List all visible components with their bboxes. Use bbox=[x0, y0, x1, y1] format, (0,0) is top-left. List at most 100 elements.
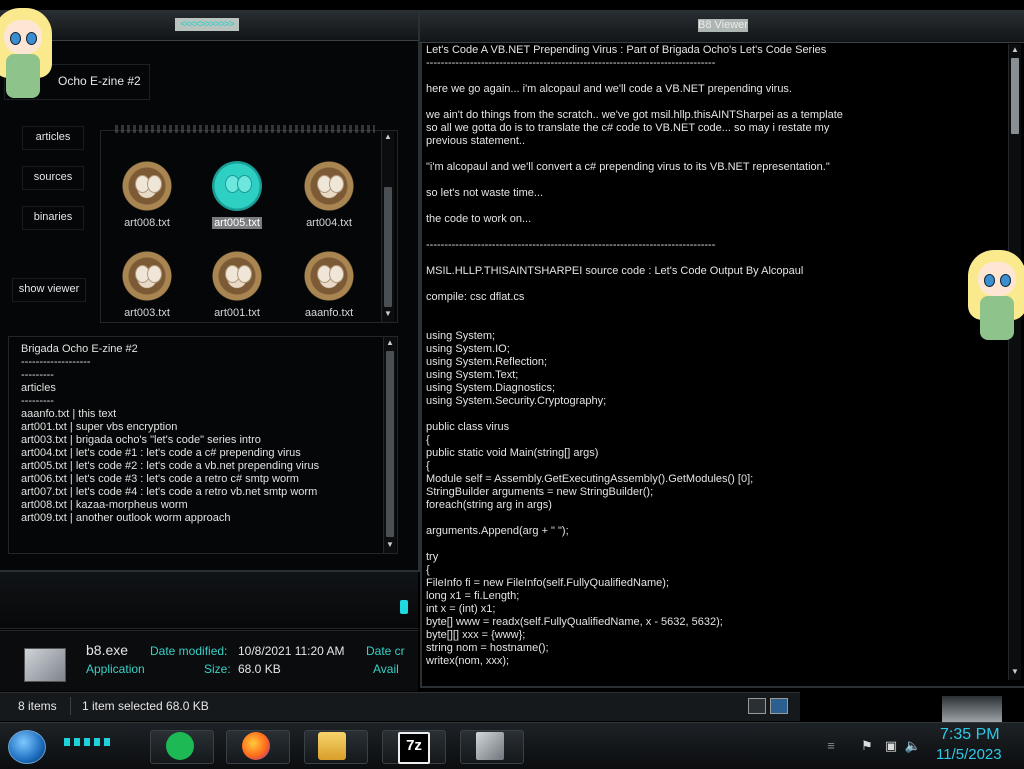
code-line: foreach(string arg in args) bbox=[426, 499, 552, 511]
file-label: art008.txt bbox=[124, 217, 170, 229]
scroll-up-arrow-icon[interactable]: ▲ bbox=[382, 131, 394, 143]
code-line: ----------------------------------------… bbox=[426, 57, 716, 69]
code-line: arguments.Append(arg + " "); bbox=[426, 525, 569, 537]
code-line: byte[] www = readx(self.FullyQualifiedNa… bbox=[426, 616, 723, 628]
b8-app-icon bbox=[476, 732, 504, 760]
frame-accent bbox=[400, 600, 408, 614]
code-line: ----------------------------------------… bbox=[426, 239, 716, 251]
code-line: { bbox=[426, 434, 430, 446]
character-sticker-icon bbox=[0, 8, 52, 98]
code-line: StringBuilder arguments = new StringBuil… bbox=[426, 486, 654, 498]
text-line: art009.txt | another outlook worm approa… bbox=[21, 512, 231, 524]
file-item-aaanfo[interactable]: aaanfo.txt bbox=[293, 245, 365, 327]
code-line: "i'm alcopaul and we'll convert a c# pre… bbox=[426, 161, 830, 173]
scroll-down-arrow-icon[interactable]: ▼ bbox=[384, 539, 396, 551]
text-pane-scrollbar[interactable]: ▲ ▼ bbox=[383, 337, 396, 553]
volume-icon[interactable]: 🔈 bbox=[904, 738, 922, 754]
code-line: string nom = hostname(); bbox=[426, 642, 549, 654]
file-item-art001[interactable]: art001.txt bbox=[201, 245, 273, 327]
icon-pane-scrollbar[interactable]: ▲ ▼ bbox=[381, 131, 394, 322]
viewer-text-content[interactable]: Let's Code A VB.NET Prepending Virus : P… bbox=[426, 44, 1006, 680]
file-label: aaanfo.txt bbox=[304, 307, 354, 319]
file-item-art005[interactable]: art005.txt bbox=[201, 155, 273, 237]
clock-date[interactable]: 11/5/2023 bbox=[936, 746, 1002, 763]
nest-file-icon bbox=[304, 251, 354, 301]
scroll-up-arrow-icon[interactable]: ▲ bbox=[1009, 44, 1021, 56]
show-desktop-icon[interactable]: ≡ bbox=[822, 738, 840, 754]
start-button[interactable] bbox=[8, 730, 46, 764]
desktop-widget bbox=[942, 696, 1002, 722]
text-line: art004.txt | let's code #1 : let's code … bbox=[21, 447, 301, 459]
spotify-icon bbox=[166, 732, 194, 760]
text-line: ------------------- bbox=[21, 356, 91, 368]
code-line: using System.IO; bbox=[426, 343, 510, 355]
status-item-count: 8 items bbox=[18, 699, 57, 713]
text-line: --------- bbox=[21, 395, 54, 407]
firefox-icon bbox=[242, 732, 270, 760]
nav-binaries-button[interactable]: binaries bbox=[22, 206, 84, 230]
code-line: try bbox=[426, 551, 439, 563]
clock-time[interactable]: 7:35 PM bbox=[940, 726, 1000, 744]
viewer-scrollbar[interactable]: ▲ ▼ bbox=[1008, 44, 1021, 680]
text-line: art001.txt | super vbs encryption bbox=[21, 421, 178, 433]
code-line: using System.Reflection; bbox=[426, 356, 548, 368]
file-icon-pane[interactable]: art008.txt art005.txt art004.txt art003.… bbox=[100, 125, 398, 323]
code-line: using System.Text; bbox=[426, 369, 519, 381]
scroll-down-arrow-icon[interactable]: ▼ bbox=[1009, 666, 1021, 678]
scroll-thumb[interactable] bbox=[1011, 58, 1019, 134]
text-line: art007.txt | let's code #4 : let's code … bbox=[21, 486, 318, 498]
code-line: Let's Code A VB.NET Prepending Virus : P… bbox=[426, 44, 827, 56]
flag-icon[interactable]: ⚑ bbox=[858, 738, 876, 754]
show-viewer-button[interactable]: show viewer bbox=[12, 278, 86, 302]
zine-index-text: Brigada Ocho E-zine #2 -----------------… bbox=[21, 343, 319, 525]
text-line: art006.txt | let's code #3 : let's code … bbox=[21, 473, 299, 485]
code-line: Module self = Assembly.GetExecutingAssem… bbox=[426, 473, 754, 485]
code-line: { bbox=[426, 564, 430, 576]
code-line: using System.Security.Cryptography; bbox=[426, 395, 607, 407]
text-line: art008.txt | kazaa-morpheus worm bbox=[21, 499, 188, 511]
code-line: previous statement.. bbox=[426, 135, 526, 147]
nav-sources-button[interactable]: sources bbox=[22, 166, 84, 190]
text-line: art005.txt | let's code #2 : let's code … bbox=[21, 460, 320, 472]
network-icon[interactable]: ▣ bbox=[882, 738, 900, 754]
code-line: we ain't do things from the scratch.. we… bbox=[426, 109, 843, 121]
code-line: using System; bbox=[426, 330, 496, 342]
file-item-art008[interactable]: art008.txt bbox=[111, 155, 183, 237]
text-line: --------- bbox=[21, 369, 54, 381]
text-line: Brigada Ocho E-zine #2 bbox=[21, 343, 138, 355]
file-item-art003[interactable]: art003.txt bbox=[111, 245, 183, 327]
details-view-icon[interactable] bbox=[748, 698, 766, 714]
nest-file-icon bbox=[122, 251, 172, 301]
details-date-created-label: Date cr bbox=[366, 644, 405, 658]
scroll-thumb[interactable] bbox=[384, 187, 392, 307]
scroll-down-arrow-icon[interactable]: ▼ bbox=[382, 308, 394, 320]
file-label: art004.txt bbox=[306, 217, 352, 229]
details-filename: b8.exe bbox=[86, 642, 129, 658]
large-icons-view-icon[interactable] bbox=[770, 698, 788, 714]
character-sticker-icon bbox=[968, 250, 1024, 340]
zine-index-text-pane[interactable]: Brigada Ocho E-zine #2 -----------------… bbox=[8, 336, 398, 554]
code-line: so all we gotta do is to translate the c… bbox=[426, 122, 830, 134]
nav-articles-button[interactable]: articles bbox=[22, 126, 84, 150]
details-size-label: Size: bbox=[204, 662, 231, 676]
file-item-art004[interactable]: art004.txt bbox=[293, 155, 365, 237]
text-line: aaanfo.txt | this text bbox=[21, 408, 117, 420]
scroll-thumb[interactable] bbox=[386, 351, 394, 537]
7zip-icon: 7z bbox=[398, 732, 430, 764]
scroll-up-arrow-icon[interactable]: ▲ bbox=[384, 337, 396, 349]
details-type: Application bbox=[86, 662, 145, 676]
taskbar-accent bbox=[64, 738, 112, 746]
code-line: public class virus bbox=[426, 421, 510, 433]
partial-row bbox=[115, 125, 375, 133]
nest-file-icon bbox=[212, 251, 262, 301]
